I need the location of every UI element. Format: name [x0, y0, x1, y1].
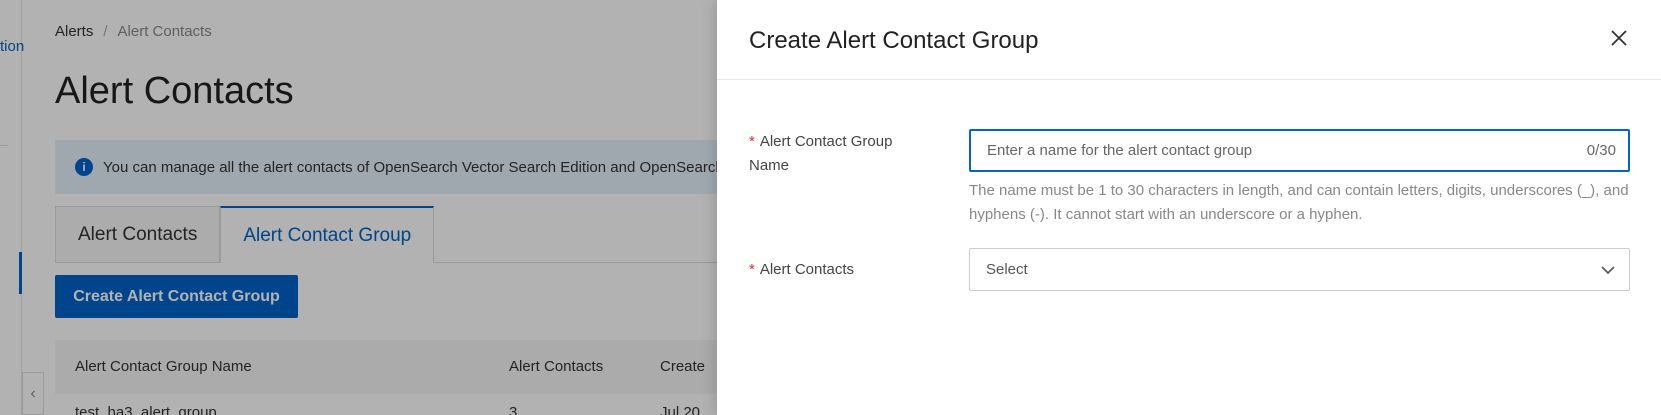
group-name-label-text: Alert Contact Group Name	[749, 133, 893, 174]
chevron-down-icon	[1599, 261, 1617, 279]
group-name-field: 0/30	[969, 129, 1630, 172]
group-name-input[interactable]	[971, 131, 1587, 170]
alert-contacts-select[interactable]: Select	[969, 248, 1630, 291]
close-button[interactable]	[1607, 26, 1631, 50]
modal-overlay[interactable]	[0, 0, 717, 415]
required-mark: *	[749, 261, 755, 278]
drawer-title: Create Alert Contact Group	[749, 27, 1039, 54]
alert-contacts-label-text: Alert Contacts	[759, 261, 855, 278]
group-name-label: * Alert Contact Group Name	[749, 130, 929, 178]
group-name-help: The name must be 1 to 30 characters in l…	[969, 182, 1629, 223]
alert-contacts-select-value: Select	[986, 261, 1028, 278]
close-icon	[1611, 30, 1627, 46]
char-counter: 0/30	[1586, 142, 1616, 159]
drawer-header: Create Alert Contact Group	[717, 0, 1661, 80]
required-mark: *	[749, 133, 755, 150]
create-group-drawer: Create Alert Contact Group * Alert Contac…	[717, 0, 1661, 415]
alert-contacts-label: * Alert Contacts	[749, 258, 854, 282]
